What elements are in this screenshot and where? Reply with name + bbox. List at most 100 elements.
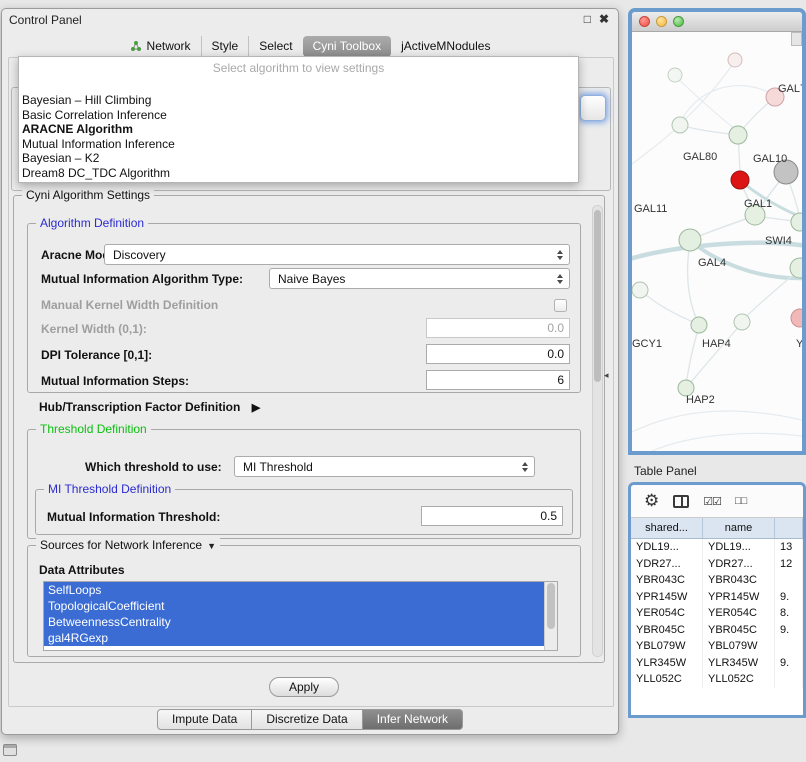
- network-edge[interactable]: [632, 126, 679, 164]
- table-cell: YBL079W: [703, 638, 775, 655]
- network-canvas[interactable]: GAL7GAL80GAL10GAL11GAL1SWI4GAL4GCY1HAP4H…: [632, 32, 802, 451]
- deselect-all-icon[interactable]: □□: [735, 495, 746, 507]
- network-edge[interactable]: [686, 326, 699, 386]
- table-row[interactable]: YBL079WYBL079W: [631, 638, 803, 655]
- network-node[interactable]: [679, 229, 701, 251]
- sources-group-title[interactable]: Sources for Network Inference ▼: [36, 538, 220, 552]
- tab-cyni-toolbox[interactable]: Cyni Toolbox: [303, 36, 391, 57]
- table-cell: YBR043C: [703, 572, 775, 589]
- tab-infer-network[interactable]: Infer Network: [363, 709, 463, 730]
- splitter-collapse-icon[interactable]: ◂: [604, 370, 609, 381]
- mi-type-select[interactable]: Naive Bayes: [269, 268, 570, 289]
- table-row[interactable]: YDL19...YDL19...13: [631, 539, 803, 556]
- node-label: HAP2: [686, 394, 715, 406]
- tab-style[interactable]: Style: [201, 36, 249, 57]
- attributes-scrollbar[interactable]: [544, 582, 557, 650]
- table-row[interactable]: YDR27...YDR27...12: [631, 556, 803, 573]
- network-node[interactable]: [668, 68, 682, 82]
- network-node[interactable]: [691, 317, 707, 333]
- mi-steps-input[interactable]: [426, 370, 570, 390]
- kernel-width-label: Kernel Width (0,1):: [41, 322, 147, 336]
- settings-scrollbar[interactable]: [592, 205, 603, 657]
- tab-network[interactable]: Network: [120, 36, 201, 57]
- combo-arrows-icon: [557, 274, 563, 284]
- scrollbar-thumb[interactable]: [594, 210, 601, 382]
- gear-icon[interactable]: ⚙: [644, 491, 659, 511]
- float-window-icon[interactable]: □: [584, 12, 591, 26]
- network-edge[interactable]: [680, 86, 774, 124]
- network-scrollbar-stub[interactable]: [791, 32, 802, 46]
- network-node[interactable]: [734, 314, 750, 330]
- combo-arrows-icon: [522, 462, 528, 472]
- table-body: YDL19...YDL19...13YDR27...YDR27...12YBR0…: [631, 539, 803, 688]
- column-header[interactable]: shared...: [631, 518, 703, 538]
- column-layout-icon[interactable]: [673, 495, 689, 508]
- table-row[interactable]: YLL052CYLL052C: [631, 671, 803, 688]
- table-cell: YBL079W: [631, 638, 703, 655]
- tab-select[interactable]: Select: [248, 36, 302, 57]
- network-node[interactable]: [791, 309, 802, 327]
- network-node[interactable]: [672, 117, 688, 133]
- apply-button[interactable]: Apply: [269, 677, 339, 697]
- attribute-item-betweennesscentrality[interactable]: BetweennessCentrality: [44, 614, 544, 630]
- table-row[interactable]: YPR145WYPR145W9.: [631, 589, 803, 606]
- algorithm-option-bayesian-hill-climbing[interactable]: Bayesian – Hill Climbing: [19, 93, 578, 108]
- mi-threshold-input[interactable]: [421, 506, 563, 526]
- table-row[interactable]: YBR045CYBR045C9.: [631, 622, 803, 639]
- minimized-panel-icon[interactable]: [3, 744, 17, 756]
- algorithm-option-bayesian-k2[interactable]: Bayesian – K2: [19, 151, 578, 166]
- dpi-tolerance-input[interactable]: [426, 344, 570, 364]
- table-cell: YLL052C: [631, 671, 703, 688]
- table-row[interactable]: YBR043CYBR043C: [631, 572, 803, 589]
- tab-impute-data[interactable]: Impute Data: [157, 709, 252, 730]
- table-cell: YDL19...: [631, 539, 703, 556]
- network-edge[interactable]: [652, 433, 802, 451]
- network-edge[interactable]: [688, 242, 699, 324]
- focused-button[interactable]: [580, 95, 606, 121]
- table-row[interactable]: YER054CYER054C8.: [631, 605, 803, 622]
- which-threshold-select[interactable]: MI Threshold: [234, 456, 535, 477]
- network-node[interactable]: [790, 258, 802, 278]
- tab-discretize-data[interactable]: Discretize Data: [252, 709, 362, 730]
- mi-type-value: Naive Bayes: [278, 272, 345, 286]
- close-window-icon[interactable]: ✖: [599, 12, 609, 26]
- network-edge[interactable]: [632, 411, 802, 432]
- close-button[interactable]: [639, 16, 650, 27]
- select-all-icon[interactable]: ☑☑: [703, 495, 721, 508]
- network-edge[interactable]: [692, 216, 754, 239]
- network-node[interactable]: [729, 126, 747, 144]
- sources-title-text: Sources for Network Inference: [40, 538, 202, 552]
- network-window-titlebar[interactable]: [632, 12, 802, 32]
- mi-threshold-group-title: MI Threshold Definition: [44, 482, 175, 496]
- collapse-down-icon: ▼: [207, 541, 216, 551]
- minimize-button[interactable]: [656, 16, 667, 27]
- column-header[interactable]: [775, 518, 803, 538]
- algorithm-option-aracne-algorithm[interactable]: ARACNE Algorithm: [19, 122, 578, 137]
- tab-jactivemnodules[interactable]: jActiveMNodules: [391, 36, 500, 57]
- network-node[interactable]: [632, 282, 648, 298]
- attribute-item-gal4rgexp[interactable]: gal4RGexp: [44, 630, 544, 646]
- aracne-mode-select[interactable]: Discovery: [104, 244, 570, 265]
- attribute-item-topologicalcoefficient[interactable]: TopologicalCoefficient: [44, 598, 544, 614]
- table-cell: YLL052C: [703, 671, 775, 688]
- algorithm-option-dream8-dc-tdc-algorithm[interactable]: Dream8 DC_TDC Algorithm: [19, 166, 578, 181]
- network-node[interactable]: [791, 213, 802, 231]
- scrollbar-thumb[interactable]: [547, 583, 555, 629]
- table-header: shared...name: [631, 518, 803, 539]
- node-label: GCY1: [632, 338, 662, 350]
- column-header[interactable]: name: [703, 518, 775, 538]
- node-label: GAL11: [634, 203, 667, 215]
- network-node[interactable]: [731, 171, 749, 189]
- zoom-button[interactable]: [673, 16, 684, 27]
- table-row[interactable]: YLR345WYLR345W9.: [631, 655, 803, 672]
- network-edge[interactable]: [684, 61, 735, 120]
- control-panel-titlebar[interactable]: Control Panel □ ✖: [2, 9, 618, 31]
- table-cell: [775, 671, 803, 688]
- network-node[interactable]: [728, 53, 742, 67]
- network-graph[interactable]: GAL7GAL80GAL10GAL11GAL1SWI4GAL4GCY1HAP4H…: [632, 32, 802, 451]
- hub-definition-expander[interactable]: Hub/Transcription Factor Definition ▶: [39, 400, 260, 414]
- table-panel-label: Table Panel: [634, 464, 697, 478]
- algorithm-option-basic-correlation-inference[interactable]: Basic Correlation Inference: [19, 108, 578, 123]
- attribute-item-selfloops[interactable]: SelfLoops: [44, 582, 544, 598]
- algorithm-option-mutual-information-inference[interactable]: Mutual Information Inference: [19, 137, 578, 152]
